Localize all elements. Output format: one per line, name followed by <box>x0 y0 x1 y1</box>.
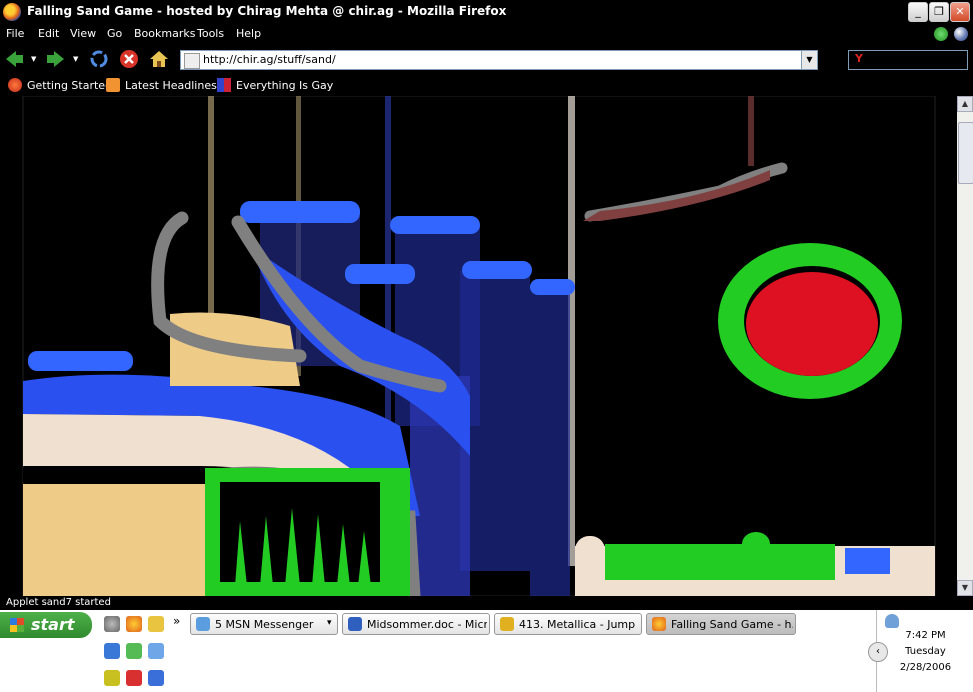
system-tray: ‹ 7:42 PM Tuesday 2/28/2006 <box>868 610 973 692</box>
minimize-button[interactable]: _ <box>908 2 928 22</box>
bookmark-latest-headlines[interactable]: Latest Headlines ▾ <box>125 79 226 92</box>
green-arrow-icon[interactable] <box>934 27 948 41</box>
menu-help[interactable]: Help <box>236 27 261 40</box>
menu-edit[interactable]: Edit <box>38 27 59 40</box>
scroll-up-arrow-icon[interactable]: ▲ <box>957 96 973 112</box>
bookmarks-toolbar: Getting Started Latest Headlines ▾ Every… <box>0 74 973 96</box>
media-player-icon[interactable] <box>126 643 142 659</box>
bookmark-getting-started[interactable]: Getting Started <box>27 79 112 92</box>
quicklaunch-app3-icon[interactable] <box>148 670 164 686</box>
task-dropdown-icon[interactable]: ▾ <box>327 618 332 628</box>
task-msn-messenger[interactable]: 5 MSN Messenger ▾ <box>190 613 338 635</box>
forward-arrow-icon[interactable] <box>46 49 66 69</box>
back-arrow-icon[interactable] <box>4 49 24 69</box>
window-title: Falling Sand Game - hosted by Chirag Meh… <box>27 4 507 18</box>
menu-file[interactable]: File <box>6 27 24 40</box>
forward-dropdown-icon[interactable]: ▼ <box>73 55 78 63</box>
stop-icon[interactable] <box>119 49 139 69</box>
task-falling-sand-game[interactable]: Falling Sand Game - h... <box>646 613 796 635</box>
menu-view[interactable]: View <box>70 27 96 40</box>
task-label: Falling Sand Game - h... <box>671 618 793 631</box>
network-user-icon[interactable] <box>885 614 899 628</box>
bookmark-everything-is-gay[interactable]: Everything Is Gay <box>236 79 333 92</box>
firefox-icon <box>652 617 666 631</box>
address-bar[interactable]: http://chir.ag/stuff/sand/ ▼ <box>180 50 818 70</box>
quicklaunch-winamp-icon[interactable] <box>148 616 164 632</box>
start-label: start <box>31 615 75 634</box>
throbber-globe-icon <box>954 27 968 41</box>
search-input[interactable]: Y <box>848 50 968 70</box>
sand-game-applet[interactable] <box>0 96 957 596</box>
start-button[interactable]: start <box>0 612 92 638</box>
url-input[interactable]: http://chir.ag/stuff/sand/ <box>203 53 336 66</box>
scroll-down-arrow-icon[interactable]: ▼ <box>957 580 973 596</box>
quicklaunch-app-icon[interactable] <box>104 670 120 686</box>
vertical-scrollbar[interactable]: ▲ ▼ <box>957 96 973 596</box>
windows-flag-icon <box>10 618 24 632</box>
word-icon <box>348 617 362 631</box>
status-text: Applet sand7 started <box>6 597 111 608</box>
site-favicon <box>217 78 231 92</box>
msn-quicklaunch-icon[interactable] <box>148 643 164 659</box>
clock-time: 7:42 PM <box>905 630 946 641</box>
clock-day: Tuesday <box>905 646 946 657</box>
quicklaunch-icon[interactable] <box>104 616 120 632</box>
task-label: 413. Metallica - Jump ... <box>519 618 639 631</box>
quicklaunch-firefox-icon[interactable] <box>126 616 142 632</box>
url-history-dropdown[interactable]: ▼ <box>801 51 817 69</box>
menu-go[interactable]: Go <box>107 27 122 40</box>
page-icon <box>184 53 200 69</box>
page-content <box>0 96 957 596</box>
task-metallica[interactable]: 413. Metallica - Jump ... <box>494 613 642 635</box>
scrollbar-thumb[interactable] <box>958 122 973 184</box>
task-label: Midsommer.doc - Micr... <box>367 618 487 631</box>
reload-icon[interactable] <box>89 49 109 69</box>
task-midsommer-doc[interactable]: Midsommer.doc - Micr... <box>342 613 490 635</box>
yahoo-search-engine-icon[interactable]: Y <box>855 52 863 65</box>
status-bar: Applet sand7 started <box>0 596 973 610</box>
back-dropdown-icon[interactable]: ▼ <box>31 55 36 63</box>
home-icon[interactable] <box>149 49 169 69</box>
menu-bookmarks[interactable]: Bookmarks <box>134 27 195 40</box>
title-bar: Falling Sand Game - hosted by Chirag Meh… <box>0 0 973 24</box>
internet-explorer-icon[interactable] <box>104 643 120 659</box>
menu-tools[interactable]: Tools <box>197 27 224 40</box>
firefox-bookmark-icon <box>8 78 22 92</box>
rss-feed-icon <box>106 78 120 92</box>
close-button[interactable]: ✕ <box>950 2 970 22</box>
firefox-logo-icon <box>3 3 21 21</box>
quicklaunch-app2-icon[interactable] <box>126 670 142 686</box>
winamp-icon <box>500 617 514 631</box>
quicklaunch-chevron[interactable]: » <box>173 614 180 628</box>
clock-date: 2/28/2006 <box>899 662 952 673</box>
msn-icon <box>196 617 210 631</box>
maximize-button[interactable]: ❐ <box>929 2 949 22</box>
task-label: 5 MSN Messenger <box>215 618 314 631</box>
menu-bar: File Edit View Go Bookmarks Tools Help <box>0 24 973 44</box>
